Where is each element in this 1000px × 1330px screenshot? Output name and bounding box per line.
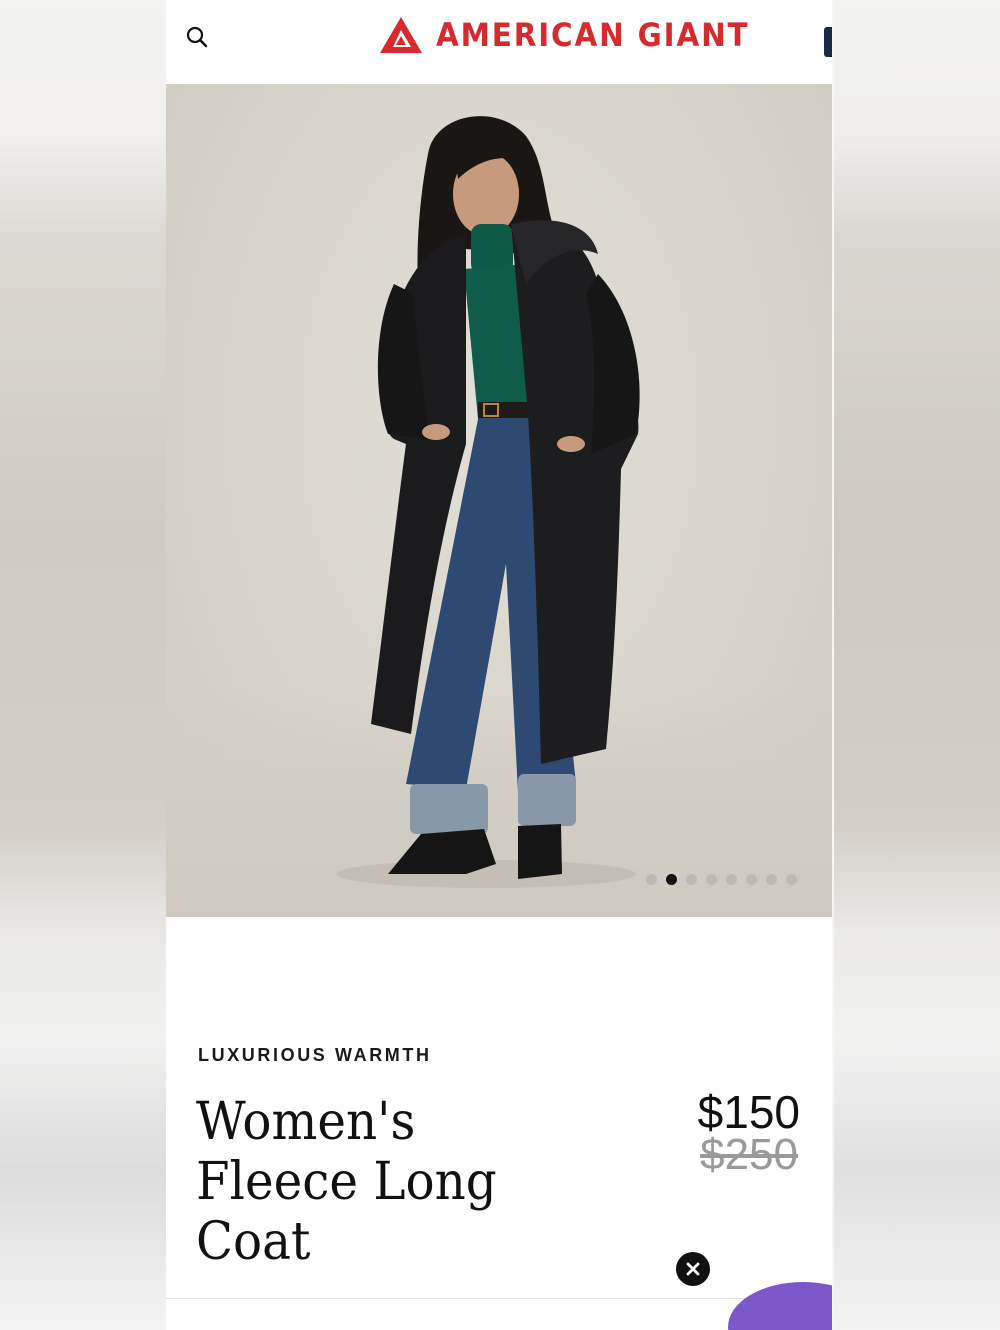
carousel-dot[interactable] [646, 874, 657, 885]
carousel-dot[interactable] [706, 874, 717, 885]
logo-mark-icon [380, 17, 422, 53]
original-price: $250 [700, 1130, 798, 1179]
backdrop-right [834, 0, 1000, 1330]
product-title: Women's Fleece Long Coat [196, 1092, 497, 1272]
carousel-pagination [646, 874, 797, 885]
carousel-dot[interactable] [746, 874, 757, 885]
product-eyebrow: LUXURIOUS WARMTH [198, 1045, 432, 1065]
carousel-dot[interactable] [726, 874, 737, 885]
product-photo [336, 116, 640, 888]
backdrop-left [0, 0, 166, 1330]
sale-price: $150 [697, 1086, 800, 1138]
carousel-dot[interactable] [686, 874, 697, 885]
carousel-dot-active[interactable] [666, 874, 677, 885]
brand-name: AMERICAN GIANT [436, 16, 750, 54]
close-icon[interactable] [676, 1252, 710, 1286]
search-icon[interactable] [184, 24, 210, 50]
carousel-dot[interactable] [786, 874, 797, 885]
site-header: AMERICAN GIANT [166, 0, 832, 84]
carousel-dot[interactable] [766, 874, 777, 885]
chat-launcher-button[interactable] [728, 1282, 832, 1330]
product-image-carousel[interactable] [166, 84, 832, 917]
brand-logo[interactable]: AMERICAN GIANT [378, 14, 777, 56]
cart-icon[interactable] [824, 27, 832, 57]
product-page: AMERICAN GIANT LUXURIOUS WARMTH Women's … [166, 0, 832, 1330]
